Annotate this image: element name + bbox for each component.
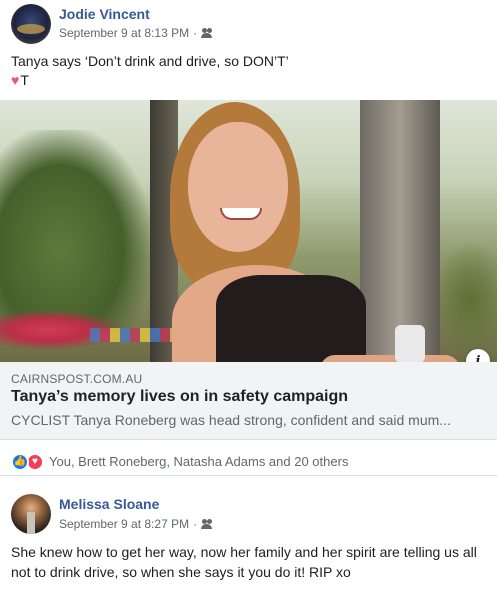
- friends-icon: [201, 28, 213, 38]
- post-text-suffix: T: [20, 72, 29, 88]
- comment: Melissa Sloane September 9 at 8:27 PM · …: [0, 484, 497, 591]
- photo-arm: [320, 355, 460, 362]
- photo-bunting: [90, 328, 180, 342]
- post-text: Tanya says ‘Don’t drink and drive, so DO…: [11, 52, 481, 90]
- comment-meta: September 9 at 8:27 PM ·: [59, 517, 213, 531]
- post-text-line1: Tanya says ‘Don’t drink and drive, so DO…: [11, 53, 289, 69]
- commenter-avatar[interactable]: [11, 494, 51, 534]
- heart-icon: ♥: [11, 72, 20, 88]
- photo-smile: [220, 208, 262, 220]
- photo-tank-top: [216, 275, 366, 362]
- link-preview-image[interactable]: [0, 100, 497, 362]
- post-timestamp[interactable]: September 9 at 8:13 PM: [59, 26, 189, 40]
- comment-text: She knew how to get her way, now her fam…: [11, 544, 477, 580]
- photo-foliage: [0, 130, 150, 330]
- meta-separator: ·: [193, 26, 198, 40]
- link-domain: CAIRNSPOST.COM.AU: [11, 372, 143, 386]
- link-description: CYCLIST Tanya Roneberg was head strong, …: [11, 412, 451, 428]
- post-meta: September 9 at 8:13 PM ·: [59, 26, 213, 40]
- friends-icon: [201, 519, 213, 529]
- photo-foliage-right: [430, 240, 497, 360]
- photo-wristband: [395, 325, 425, 362]
- reactions-bar[interactable]: 👍 ♥ You, Brett Roneberg, Natasha Adams a…: [0, 448, 497, 476]
- post-header: Jodie Vincent September 9 at 8:13 PM ·: [0, 0, 497, 50]
- commenter-name[interactable]: Melissa Sloane: [59, 496, 159, 512]
- author-name[interactable]: Jodie Vincent: [59, 6, 150, 22]
- reactions-summary[interactable]: You, Brett Roneberg, Natasha Adams and 2…: [49, 454, 348, 469]
- post-text-line2: ♥ T: [11, 71, 481, 90]
- photo-face: [188, 122, 288, 252]
- author-avatar[interactable]: [11, 4, 51, 44]
- comment-timestamp[interactable]: September 9 at 8:27 PM: [59, 517, 189, 531]
- like-icon: 👍: [11, 452, 29, 471]
- link-preview-card[interactable]: CAIRNSPOST.COM.AU Tanya’s memory lives o…: [0, 362, 497, 440]
- link-title[interactable]: Tanya’s memory lives on in safety campai…: [11, 388, 348, 406]
- photo-tree-trunk-right: [360, 100, 440, 362]
- meta-separator: ·: [193, 517, 198, 531]
